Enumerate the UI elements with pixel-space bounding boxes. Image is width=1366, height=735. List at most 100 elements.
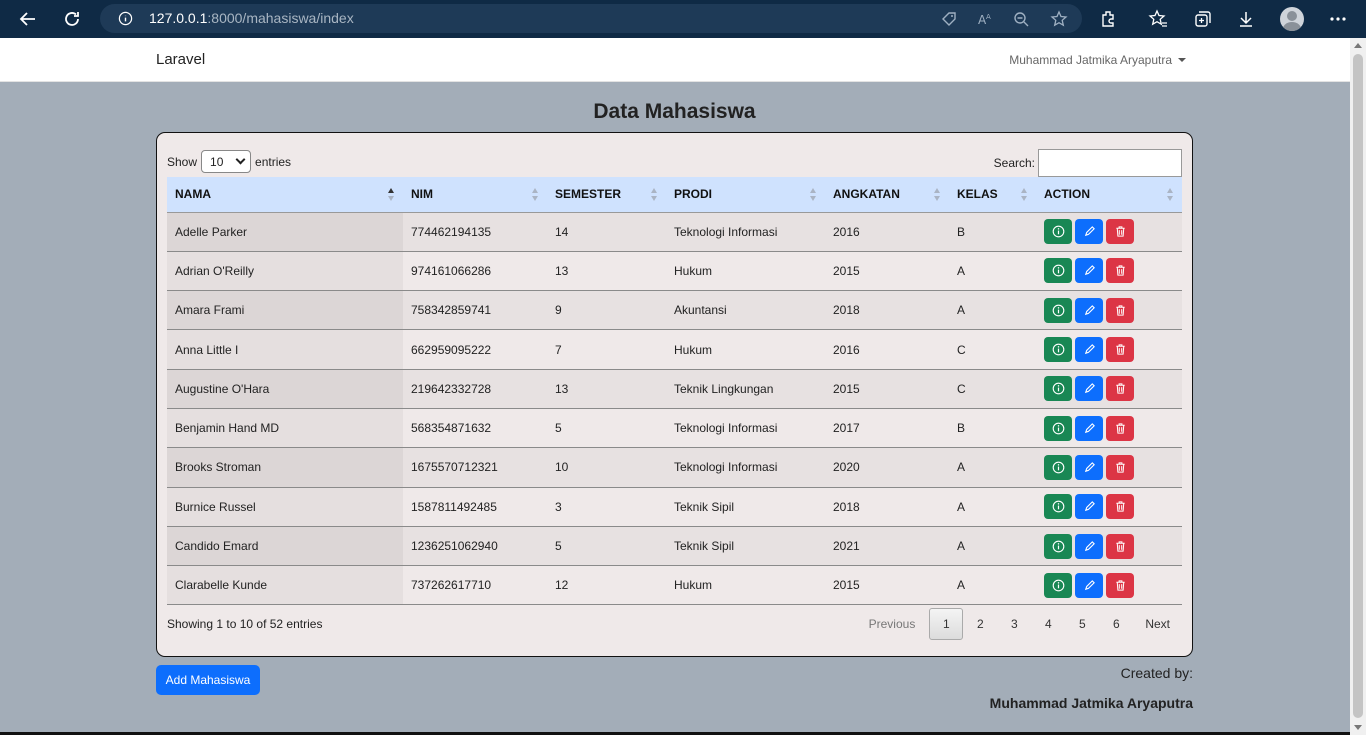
column-header-action[interactable]: ACTION [1036,177,1182,213]
edit-button[interactable] [1075,258,1103,284]
extensions-icon[interactable] [1099,9,1119,29]
column-header-nama[interactable]: NAMA [167,177,403,213]
cell-kelas: A [949,526,1036,567]
delete-button[interactable] [1106,415,1134,441]
column-header-label: ANGKATAN [833,187,900,202]
delete-button[interactable] [1106,454,1134,480]
show-label: Show [167,154,198,169]
detail-button[interactable] [1044,297,1072,323]
collections-icon[interactable] [1193,9,1213,29]
delete-button[interactable] [1106,533,1134,559]
cell-nim: 662959095222 [403,329,547,370]
pagination-page-4[interactable]: 4 [1031,608,1065,640]
table-row: Brooks Stroman 1675570712321 10 Teknologi I… [167,447,1182,488]
delete-button[interactable] [1106,219,1134,245]
detail-button[interactable] [1044,572,1072,598]
scroll-thumb[interactable] [1353,54,1363,718]
pagination: Previous 1 2 3 4 5 6 Next [855,608,1182,640]
scroll-up-arrow-icon[interactable] [1354,43,1362,48]
tag-icon[interactable] [940,10,958,28]
downloads-icon[interactable] [1236,9,1256,29]
scroll-down-arrow-icon[interactable] [1354,725,1362,730]
delete-button[interactable] [1106,337,1134,363]
favorites-icon[interactable] [1148,9,1168,29]
pencil-icon [1084,265,1095,276]
edit-button[interactable] [1075,415,1103,441]
row-actions [1044,572,1182,598]
pagination-page-3[interactable]: 3 [997,608,1031,640]
user-name: Muhammad Jatmika Aryaputra [1009,53,1172,67]
table-info: Showing 1 to 10 of 52 entries [167,617,323,631]
read-aloud-icon[interactable]: AA [976,10,994,28]
back-button[interactable] [14,5,42,33]
cell-semester: 13 [547,251,666,292]
delete-button[interactable] [1106,572,1134,598]
edit-button[interactable] [1075,337,1103,363]
edit-button[interactable] [1075,533,1103,559]
edit-button[interactable] [1075,572,1103,598]
zoom-out-icon[interactable] [1012,10,1030,28]
page-length-select[interactable]: 10 [201,150,252,173]
column-header-semester[interactable]: SEMESTER [547,177,666,213]
search-input[interactable] [1038,149,1182,177]
detail-button[interactable] [1044,454,1072,480]
detail-button[interactable] [1044,533,1072,559]
add-favorite-icon[interactable] [1050,10,1068,28]
column-header-angkatan[interactable]: ANGKATAN [825,177,949,213]
pagination-next[interactable]: Next [1133,608,1182,640]
column-header-kelas[interactable]: KELAS [949,177,1036,213]
detail-button[interactable] [1044,258,1072,284]
add-mahasiswa-button[interactable]: Add Mahasiswa [156,665,260,695]
column-header-label: PRODI [674,187,713,202]
sort-icon [810,188,817,201]
page-scrollbar[interactable] [1350,38,1366,735]
delete-button[interactable] [1106,494,1134,520]
user-dropdown[interactable]: Muhammad Jatmika Aryaputra [1009,53,1186,67]
column-header-label: ACTION [1044,187,1090,202]
column-header-label: KELAS [957,187,998,202]
edit-button[interactable] [1075,219,1103,245]
column-header-label: NAMA [175,187,211,202]
cell-semester: 13 [547,369,666,409]
row-actions [1044,297,1182,323]
pagination-page-2[interactable]: 2 [963,608,997,640]
detail-button[interactable] [1044,494,1072,520]
detail-button[interactable] [1044,415,1072,441]
trash-icon [1115,580,1125,591]
profile-avatar[interactable] [1280,7,1304,31]
cell-semester: 12 [547,565,666,606]
cell-action [1036,329,1182,370]
address-bar[interactable]: 127.0.0.1:8000/mahasiswa/index AA [100,4,1082,33]
info-circle-icon [1052,265,1064,277]
cell-nim: 974161066286 [403,251,547,292]
page-title: Data Mahasiswa [593,100,756,123]
delete-button[interactable] [1106,258,1134,284]
detail-button[interactable] [1044,337,1072,363]
pagination-previous[interactable]: Previous [855,608,930,640]
info-circle-icon [1052,382,1064,395]
svg-text:A: A [986,13,991,21]
delete-button[interactable] [1106,297,1134,323]
edit-button[interactable] [1075,376,1103,402]
pagination-page-1[interactable]: 1 [929,608,964,640]
site-info-icon[interactable] [118,11,133,26]
delete-button[interactable] [1106,376,1134,402]
edit-button[interactable] [1075,454,1103,480]
reload-button[interactable] [58,5,86,33]
pagination-page-5[interactable]: 5 [1065,608,1099,640]
detail-button[interactable] [1044,376,1072,402]
cell-nama: Burnice Russel [167,487,403,527]
cell-nim: 737262617710 [403,565,547,606]
detail-button[interactable] [1044,219,1072,245]
cell-angkatan: 2016 [825,212,949,252]
table-row: Anna Little I 662959095222 7 Hukum 2016 C [167,329,1182,370]
cell-kelas: C [949,329,1036,370]
trash-icon [1115,540,1125,552]
edit-button[interactable] [1075,494,1103,520]
more-options-icon[interactable] [1328,9,1348,29]
navbar-brand[interactable]: Laravel [156,51,205,68]
pagination-page-6[interactable]: 6 [1099,608,1133,640]
edit-button[interactable] [1075,297,1103,323]
column-header-prodi[interactable]: PRODI [666,177,825,213]
column-header-nim[interactable]: NIM [403,177,547,213]
